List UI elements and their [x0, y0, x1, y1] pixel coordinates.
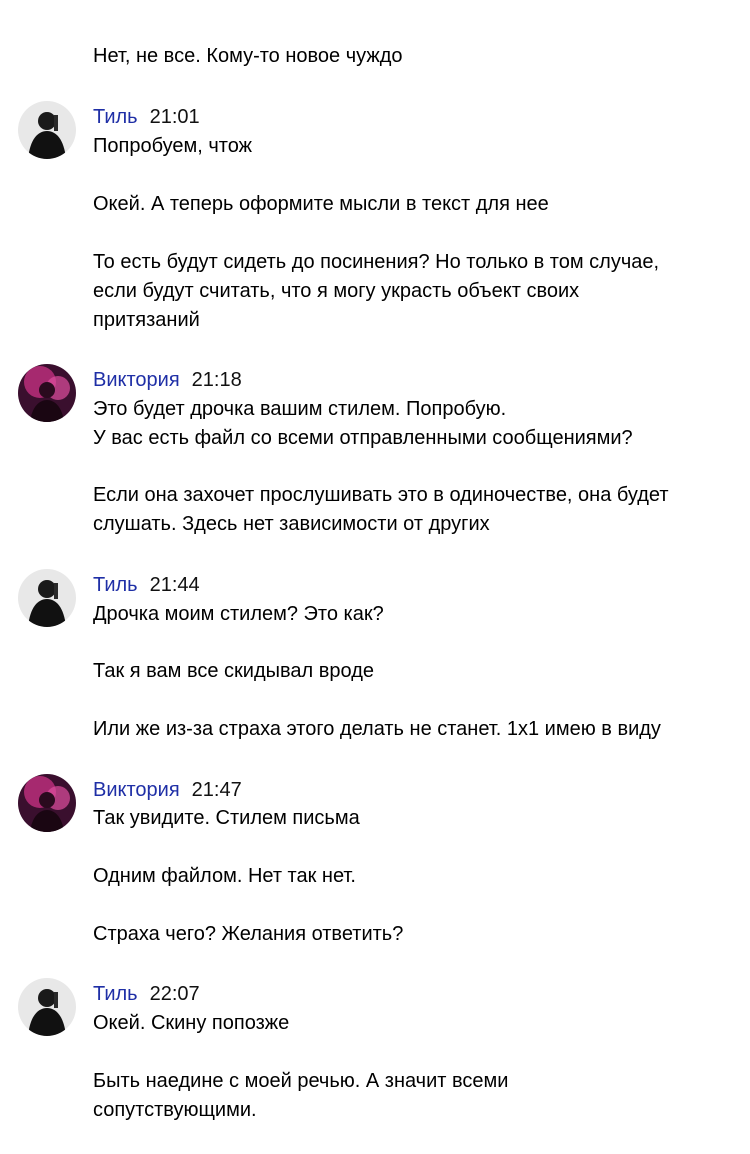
author-link[interactable]: Тиль — [93, 574, 138, 596]
message-header: Виктория 21:18 — [93, 366, 242, 395]
pink-portrait-avatar-icon[interactable] — [18, 364, 76, 422]
message-text: Или же из-за страха этого делать не стан… — [93, 718, 661, 740]
message-text: если будут считать, что я могу украсть о… — [93, 280, 580, 302]
message-text: Дрочка моим стилем? Это как? — [93, 603, 384, 625]
author-link[interactable]: Тиль — [93, 983, 138, 1005]
message-header: Тиль 22:07 — [93, 980, 200, 1009]
message-text: Быть наедине с моей речью. А значит всем… — [93, 1070, 509, 1092]
message-text: Страха чего? Желания ответить? — [93, 923, 404, 945]
message-time: 21:47 — [191, 779, 242, 801]
message-time: 21:01 — [149, 106, 200, 128]
message-text: У вас есть файл со всеми отправленными с… — [93, 427, 633, 449]
message-text: Это будет дрочка вашим стилем. Попробую. — [93, 398, 507, 420]
message-text: Окей. Скину попозже — [93, 1012, 290, 1034]
message-text: Попробуем, чтож — [93, 135, 252, 157]
message-text: Нет, не все. Кому-то новое чуждо — [93, 45, 403, 67]
dark-figure-avatar-icon[interactable] — [18, 569, 76, 627]
message-text: Так увидите. Стилем письма — [93, 807, 360, 829]
message-text: Окей. А теперь оформите мысли в текст дл… — [93, 193, 549, 215]
message-text: слушать. Здесь нет зависимости от других — [93, 513, 490, 535]
pink-portrait-avatar-icon[interactable] — [18, 774, 76, 832]
message-text: Одним файлом. Нет так нет. — [93, 865, 356, 887]
message-text: Так я вам все скидывал вроде — [93, 660, 374, 682]
author-link[interactable]: Тиль — [93, 106, 138, 128]
message-text: сопутствующими. — [93, 1099, 257, 1121]
message-text: То есть будут сидеть до посинения? Но то… — [93, 251, 660, 273]
author-link[interactable]: Виктория — [93, 369, 180, 391]
message-time: 22:07 — [149, 983, 200, 1005]
message-text: Если она захочет прослушивать это в один… — [93, 484, 669, 506]
message-time: 21:44 — [149, 574, 200, 596]
author-link[interactable]: Виктория — [93, 779, 180, 801]
message-time: 21:18 — [191, 369, 242, 391]
message-header: Тиль 21:44 — [93, 571, 200, 600]
message-header: Тиль 21:01 — [93, 103, 200, 132]
dark-figure-avatar-icon[interactable] — [18, 978, 76, 1036]
message-header: Виктория 21:47 — [93, 776, 242, 805]
message-text: притязаний — [93, 309, 200, 331]
chat-history: Нет, не все. Кому-то новое чуждо Тиль 21:… — [0, 0, 750, 1154]
dark-figure-avatar-icon[interactable] — [18, 101, 76, 159]
